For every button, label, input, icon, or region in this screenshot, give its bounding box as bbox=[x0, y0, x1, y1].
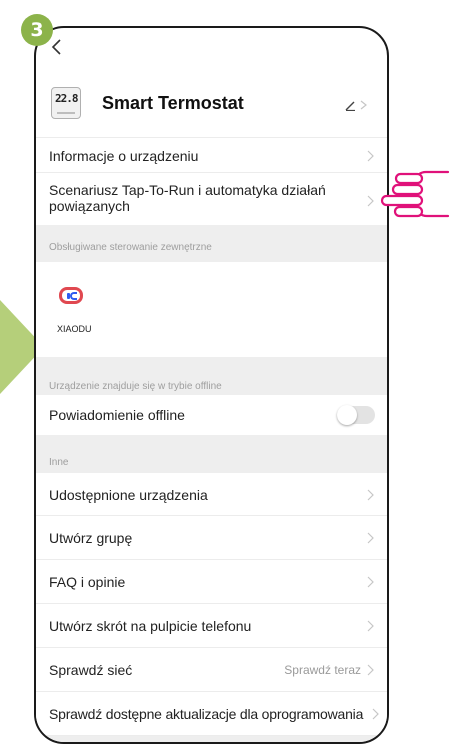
section-header-external-control: Obsługiwane sterowanie zewnętrzne bbox=[36, 225, 387, 262]
tap-to-run-label: Scenariusz Tap-To-Run i automatyka dział… bbox=[49, 182, 326, 214]
device-header: 22.8 Smart Termostat bbox=[36, 78, 387, 136]
menu-item-device-info[interactable]: Informacje o urządzeniu bbox=[36, 137, 387, 173]
device-title: Smart Termostat bbox=[102, 93, 244, 113]
step-badge: 3 bbox=[21, 14, 53, 46]
chevron-right-icon bbox=[367, 620, 374, 632]
chevron-right-icon bbox=[367, 195, 374, 207]
section-title-external-control: Obsługiwane sterowanie zewnętrzne bbox=[49, 242, 212, 253]
edit-icon[interactable] bbox=[345, 99, 369, 111]
xiaodu-integration[interactable]: XIAODU bbox=[36, 262, 387, 357]
section-header-other: Inne bbox=[36, 435, 387, 473]
menu-item-firmware-update[interactable]: Sprawdź dostępne aktualizacje dla oprogr… bbox=[36, 692, 387, 736]
thermostat-icon-digits: 22.8 bbox=[55, 92, 78, 105]
xiaodu-label: XIAODU bbox=[57, 324, 92, 334]
chevron-right-icon bbox=[367, 576, 374, 588]
menu-item-tap-to-run[interactable]: Scenariusz Tap-To-Run i automatyka dział… bbox=[36, 173, 387, 225]
menu-item-create-group[interactable]: Utwórz grupę bbox=[36, 516, 387, 560]
menu-item-shortcut[interactable]: Utwórz skrót na pulpicie telefonu bbox=[36, 604, 387, 648]
chevron-right-icon bbox=[367, 489, 374, 501]
chevron-right-icon bbox=[372, 708, 379, 720]
shared-devices-label: Udostępnione urządzenia bbox=[49, 487, 208, 503]
menu-item-shared-devices[interactable]: Udostępnione urządzenia bbox=[36, 473, 387, 516]
section-header-offline: Urządzenie znajduje się w trybie offline bbox=[36, 357, 387, 395]
device-info-label: Informacje o urządzeniu bbox=[49, 148, 199, 164]
pointing-hand-icon bbox=[380, 170, 450, 218]
chevron-right-icon bbox=[367, 150, 374, 162]
section-title-offline: Urządzenie znajduje się w trybie offline bbox=[49, 381, 222, 392]
bottom-spacer bbox=[36, 736, 387, 742]
shortcut-label: Utwórz skrót na pulpicie telefonu bbox=[49, 618, 252, 634]
chevron-right-icon bbox=[367, 664, 374, 676]
menu-item-check-network[interactable]: Sprawdź sieć Sprawdź teraz bbox=[36, 648, 387, 692]
back-icon[interactable] bbox=[50, 38, 64, 56]
chevron-right-icon bbox=[367, 532, 374, 544]
check-network-label: Sprawdź sieć bbox=[49, 662, 133, 678]
faq-label: FAQ i opinie bbox=[49, 574, 126, 590]
menu-item-faq[interactable]: FAQ i opinie bbox=[36, 560, 387, 604]
create-group-label: Utwórz grupę bbox=[49, 530, 133, 546]
xiaodu-logo-icon bbox=[59, 287, 83, 304]
check-network-value: Sprawdź teraz bbox=[284, 663, 361, 677]
offline-notification-toggle[interactable] bbox=[337, 405, 375, 425]
offline-notification-row: Powiadomienie offline bbox=[36, 395, 387, 435]
section-title-other: Inne bbox=[49, 457, 69, 468]
toggle-knob bbox=[337, 405, 357, 425]
firmware-update-label: Sprawdź dostępne aktualizacje dla oprogr… bbox=[49, 706, 364, 722]
offline-notification-label: Powiadomienie offline bbox=[49, 407, 185, 423]
phone-screen: 22.8 Smart Termostat Informacje o urządz… bbox=[34, 26, 389, 744]
thermostat-icon: 22.8 bbox=[51, 87, 81, 119]
